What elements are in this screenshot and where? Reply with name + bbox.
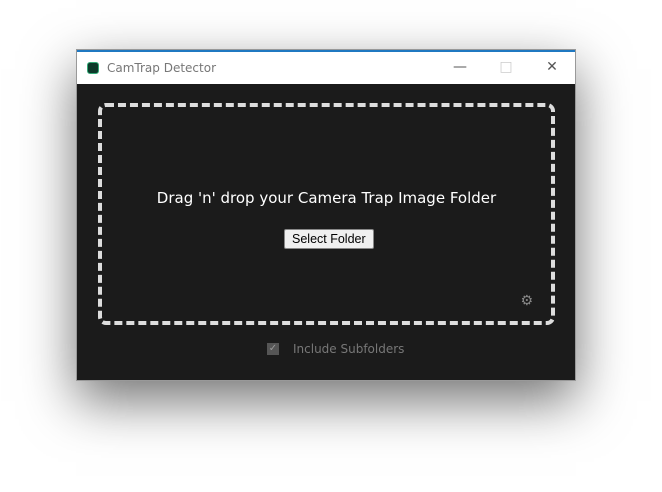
maximize-button[interactable]: □ bbox=[483, 52, 529, 82]
checkmark-icon[interactable]: ✓ bbox=[267, 343, 279, 355]
minimize-button[interactable]: — bbox=[437, 52, 483, 82]
drop-message: Drag 'n' drop your Camera Trap Image Fol… bbox=[156, 189, 497, 207]
close-button[interactable]: ✕ bbox=[529, 52, 575, 82]
app-icon bbox=[87, 62, 99, 74]
include-subfolders-checkbox[interactable]: ✓ Include Subfolders bbox=[267, 342, 404, 356]
gear-icon[interactable]: ⚙ bbox=[520, 293, 533, 309]
app-window: CamTrap Detector — □ ✕ Drag 'n' drop you… bbox=[76, 49, 576, 381]
include-subfolders-label: Include Subfolders bbox=[293, 342, 405, 356]
window-title: CamTrap Detector bbox=[107, 61, 216, 75]
select-folder-button[interactable]: Select Folder bbox=[284, 229, 374, 249]
title-bar: CamTrap Detector — □ ✕ bbox=[77, 50, 575, 84]
drop-zone[interactable]: Drag 'n' drop your Camera Trap Image Fol… bbox=[98, 103, 555, 325]
